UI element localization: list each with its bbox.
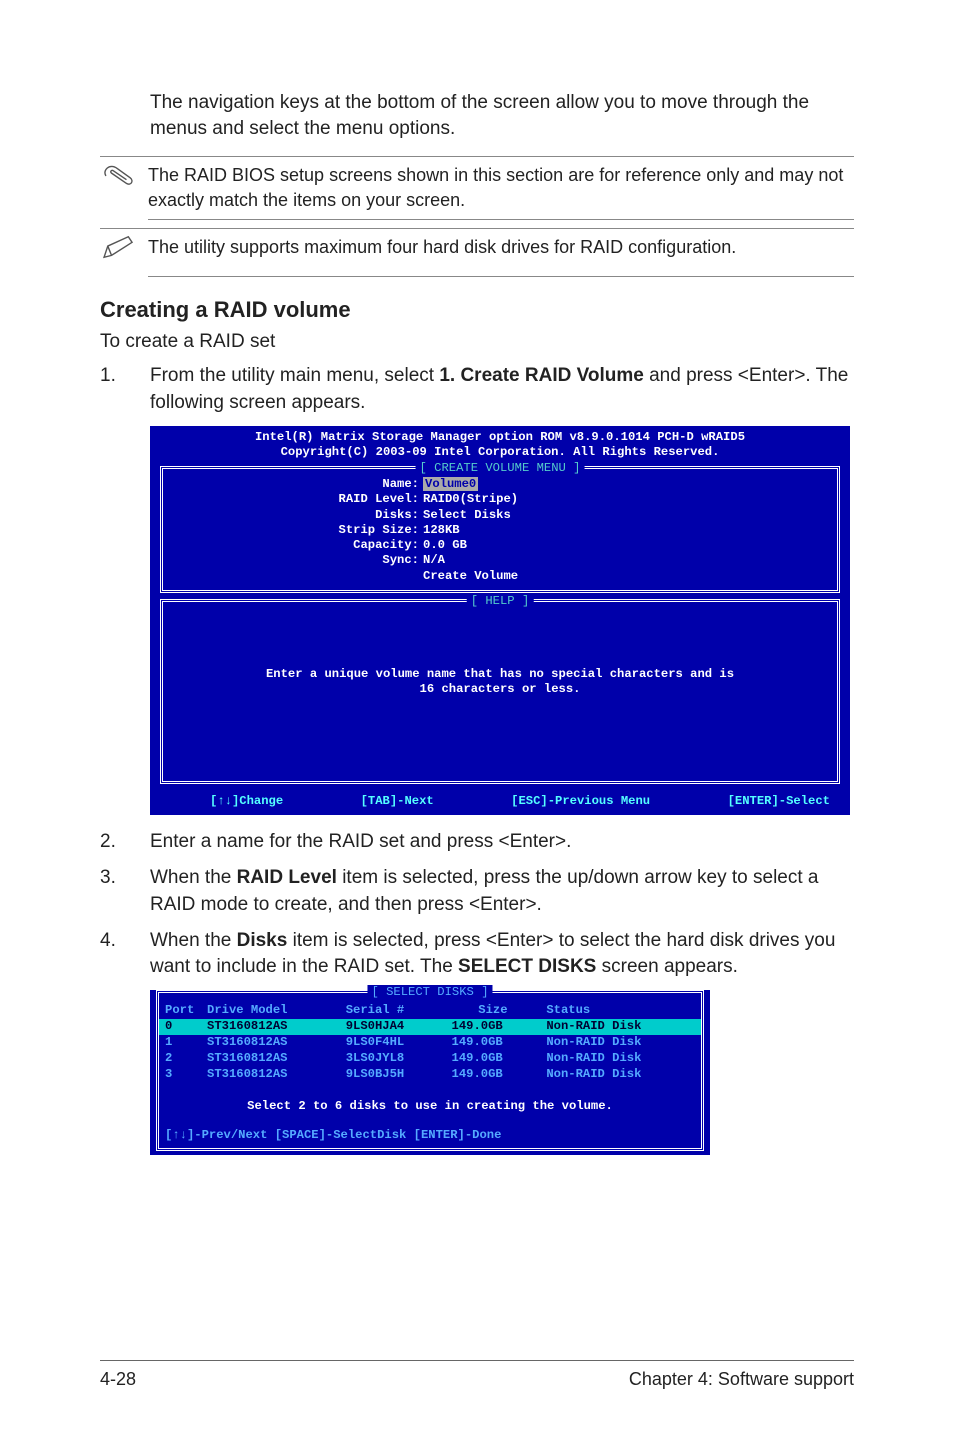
disks-table: Port Drive Model Serial # Size Status 0 … (159, 1003, 701, 1082)
bios-input-name[interactable]: Volume0 (423, 477, 478, 491)
step-text: screen appears. (596, 956, 738, 977)
section-heading: Creating a RAID volume (100, 295, 854, 325)
disk-row[interactable]: 2 ST3160812AS 3LS0JYL8 149.0GB Non-RAID … (159, 1051, 701, 1067)
disk-row[interactable]: 3 ST3160812AS 9LS0BJ5H 149.0GB Non-RAID … (159, 1067, 701, 1083)
list-number: 4. (100, 928, 150, 980)
bios-key-next: [TAB]-Next (361, 794, 434, 809)
note-row-1: The RAID BIOS setup screens shown in thi… (100, 156, 854, 215)
disk-model: ST3160812AS (201, 1067, 340, 1083)
bios-label: Name: (163, 477, 423, 492)
bios-value[interactable]: Select Disks (423, 508, 837, 523)
bios-select-disks-screen: [ SELECT DISKS ] Port Drive Model Serial… (150, 990, 710, 1155)
separator (148, 219, 854, 220)
step-bold: SELECT DISKS (458, 956, 596, 977)
bios-value[interactable]: 128KB (423, 523, 837, 538)
bios-select-title: [ SELECT DISKS ] (367, 985, 492, 1001)
disk-port: 2 (159, 1051, 201, 1067)
step-text: From the utility main menu, select (150, 365, 439, 386)
bios-help-box: [ HELP ] Enter a unique volume name that… (160, 599, 840, 784)
bios-create-volume-screen: Intel(R) Matrix Storage Manager option R… (150, 426, 850, 816)
bios-value[interactable]: 0.0 GB (423, 538, 837, 553)
disk-status: Non-RAID Disk (540, 1067, 701, 1083)
pencil-icon (100, 233, 148, 272)
note-text-2: The utility supports maximum four hard d… (148, 233, 854, 262)
bios-key-prev: [ESC]-Previous Menu (511, 794, 650, 809)
bios-key-change: [↑↓]Change (210, 794, 283, 809)
step-bold: 1. Create RAID Volume (439, 365, 643, 386)
step-3: 3. When the RAID Level item is selected,… (100, 865, 854, 917)
disk-port: 1 (159, 1035, 201, 1051)
disk-size: 149.0GB (446, 1035, 541, 1051)
disks-header-drive: Drive Model (201, 1003, 340, 1019)
note-row-2: The utility supports maximum four hard d… (100, 228, 854, 272)
bios-label: Strip Size: (163, 523, 423, 538)
bios-help-title: [ HELP ] (467, 594, 534, 609)
bios-help-line: Enter a unique volume name that has no s… (163, 667, 837, 682)
disk-serial: 9LS0BJ5H (340, 1067, 446, 1083)
disks-header-status: Status (540, 1003, 701, 1019)
disk-status: Non-RAID Disk (540, 1051, 701, 1067)
bios-footer: [↑↓]Change [TAB]-Next [ESC]-Previous Men… (150, 788, 850, 813)
bios-box-title: [ CREATE VOLUME MENU ] (416, 461, 585, 476)
disk-status: Non-RAID Disk (540, 1035, 701, 1051)
list-number: 3. (100, 865, 150, 917)
step-bold: Disks (237, 930, 288, 951)
subline: To create a RAID set (100, 329, 854, 355)
disk-serial: 3LS0JYL8 (340, 1051, 446, 1067)
page-footer: 4-28 Chapter 4: Software support (100, 1360, 854, 1392)
separator (148, 276, 854, 277)
disk-size: 149.0GB (446, 1051, 541, 1067)
disks-header-serial: Serial # (340, 1003, 446, 1019)
step-1: 1. From the utility main menu, select 1.… (100, 363, 854, 415)
bios-value[interactable]: RAID0(Stripe) (423, 492, 837, 507)
bios-header-line: Intel(R) Matrix Storage Manager option R… (150, 430, 850, 445)
paperclip-icon (100, 161, 148, 200)
bios-label: Disks: (163, 508, 423, 523)
disk-model: ST3160812AS (201, 1035, 340, 1051)
page-number: 4-28 (100, 1367, 136, 1392)
disk-status: Non-RAID Disk (540, 1019, 701, 1035)
step-2: 2. Enter a name for the RAID set and pre… (100, 829, 854, 855)
disk-serial: 9LS0HJA4 (340, 1019, 446, 1035)
disk-serial: 9LS0F4HL (340, 1035, 446, 1051)
disk-size: 149.0GB (446, 1067, 541, 1083)
bios-label: RAID Level: (163, 492, 423, 507)
disk-model: ST3160812AS (201, 1051, 340, 1067)
bios-value: N/A (423, 553, 837, 568)
bios-label: Sync: (163, 553, 423, 568)
disk-port: 3 (159, 1067, 201, 1083)
disk-row-selected[interactable]: 0 ST3160812AS 9LS0HJA4 149.0GB Non-RAID … (159, 1019, 701, 1035)
bios-action[interactable]: Create Volume (423, 569, 837, 584)
select-disks-footer: [↑↓]-Prev/Next [SPACE]-SelectDisk [ENTER… (159, 1128, 701, 1144)
disks-header-port: Port (159, 1003, 201, 1019)
list-number: 1. (100, 363, 150, 415)
step-text: When the (150, 930, 237, 951)
disk-row[interactable]: 1 ST3160812AS 9LS0F4HL 149.0GB Non-RAID … (159, 1035, 701, 1051)
disk-size: 149.0GB (446, 1019, 541, 1035)
intro-paragraph: The navigation keys at the bottom of the… (150, 90, 854, 142)
disk-model: ST3160812AS (201, 1019, 340, 1035)
bios-help-line: 16 characters or less. (163, 682, 837, 697)
bios-key-select: [ENTER]-Select (728, 794, 830, 809)
chapter-label: Chapter 4: Software support (629, 1367, 854, 1392)
step-text: Enter a name for the RAID set and press … (150, 829, 854, 855)
step-4: 4. When the Disks item is selected, pres… (100, 928, 854, 980)
select-disks-help: Select 2 to 6 disks to use in creating t… (159, 1099, 701, 1115)
step-text: When the (150, 867, 237, 888)
bios-header: Intel(R) Matrix Storage Manager option R… (150, 426, 850, 465)
list-number: 2. (100, 829, 150, 855)
bios-header-line: Copyright(C) 2003-09 Intel Corporation. … (150, 445, 850, 460)
bios-create-box: [ CREATE VOLUME MENU ] Name:Volume0 RAID… (160, 466, 840, 593)
disks-header-size: Size (446, 1003, 541, 1019)
note-text-1: The RAID BIOS setup screens shown in thi… (148, 161, 854, 215)
step-bold: RAID Level (237, 867, 337, 888)
disk-port: 0 (159, 1019, 201, 1035)
bios-label: Capacity: (163, 538, 423, 553)
